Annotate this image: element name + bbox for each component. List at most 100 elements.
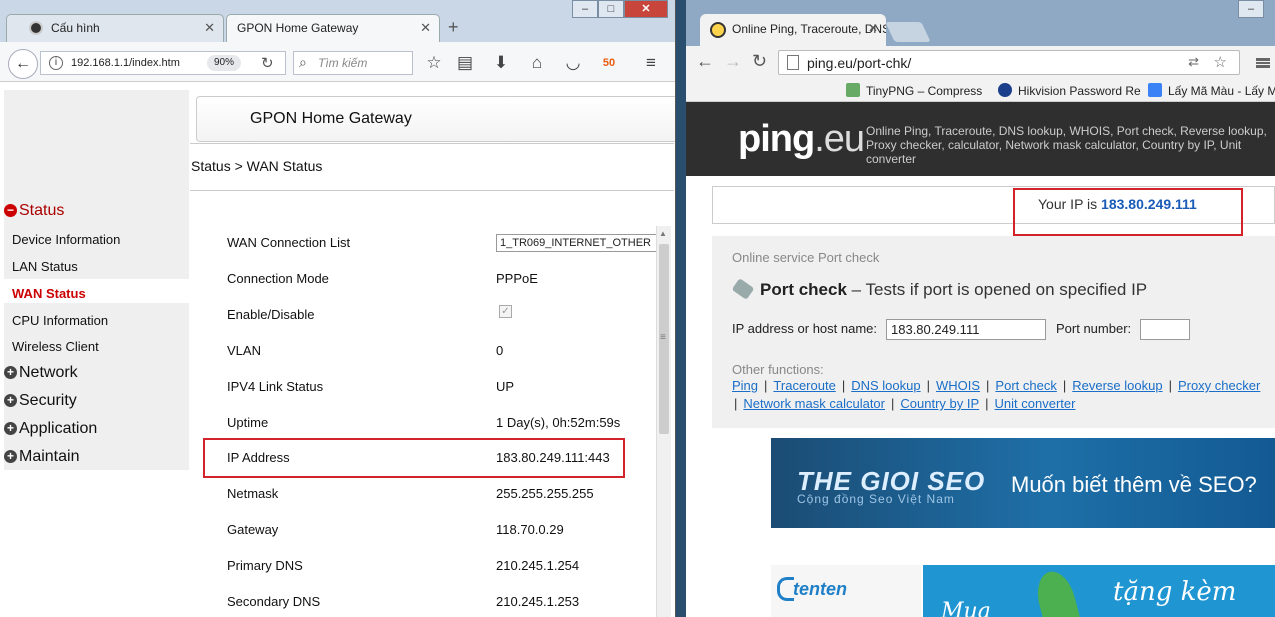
host-input[interactable]: 183.80.249.111 (886, 319, 1046, 340)
maximize-icon[interactable]: □ (598, 0, 624, 18)
tab-cau-hinh[interactable]: Cấu hình ✕ (6, 14, 224, 42)
netmask-value: 255.255.255.255 (496, 486, 594, 501)
tab-gpon-home-gateway[interactable]: GPON Home Gateway ✕ (226, 14, 440, 42)
new-tab-button[interactable] (885, 22, 931, 42)
ipv4-link-status-value: UP (496, 379, 515, 394)
enable-checkbox[interactable]: ✓ (499, 305, 512, 318)
sidebar-item-device-information[interactable]: Device Information (12, 232, 120, 247)
link-port-check[interactable]: Port check (995, 378, 1056, 393)
sidebar-section-label: Maintain (19, 448, 80, 465)
ad-logo-text: tenten (793, 579, 847, 599)
bookmark-hikvision[interactable]: Hikvision Password Re (998, 83, 1141, 98)
scroll-up-icon[interactable]: ▲ (659, 229, 667, 238)
info-icon[interactable]: i (49, 56, 63, 70)
sidebar-section-label: Status (19, 202, 65, 219)
close-tab-icon[interactable]: ✕ (868, 21, 878, 35)
menu-icon[interactable]: ≡ (639, 51, 663, 75)
tab-label: Online Ping, Traceroute, DNS lookup (732, 22, 886, 36)
window-controls: ‒ □ ✕ (572, 0, 668, 18)
chrome-navbar: ← → ↻ ping.eu/port-chk/ ⇄ ☆ (686, 46, 1275, 78)
gateway-label: Gateway (227, 522, 279, 537)
sidebar-section-security[interactable]: + Security (4, 392, 77, 410)
link-reverse-lookup[interactable]: Reverse lookup (1072, 378, 1162, 393)
sidebar-section-network[interactable]: + Network (4, 364, 78, 382)
close-window-icon[interactable]: ✕ (624, 0, 668, 18)
primary-dns-label: Primary DNS (227, 558, 303, 573)
tab-ping-eu[interactable]: Online Ping, Traceroute, DNS lookup ✕ (700, 14, 886, 46)
search-input[interactable]: ⌕ Tìm kiếm (293, 51, 413, 75)
expand-icon: + (4, 422, 17, 435)
bookmark-lay-ma-mau[interactable]: Lấy Mã Màu - Lấy M (1148, 83, 1275, 98)
link-proxy-checker[interactable]: Proxy checker (1178, 378, 1260, 393)
ip-address-highlight-box (203, 438, 625, 478)
color-picker-icon (1148, 83, 1162, 97)
link-traceroute[interactable]: Traceroute (773, 378, 835, 393)
link-country-by-ip[interactable]: Country by IP (900, 396, 979, 411)
back-button[interactable]: ← (8, 49, 38, 79)
content-scrollbar[interactable]: ▲ (656, 226, 671, 617)
bookmark-tinypng[interactable]: TinyPNG – Compress (846, 83, 982, 98)
sidebar-section-maintain[interactable]: + Maintain (4, 448, 79, 466)
ping-eu-logo[interactable]: ping.eu (738, 118, 865, 161)
addon-badge-icon[interactable]: 50 (597, 51, 621, 75)
url-bar[interactable]: i 192.168.1.1/index.htm 90% ↻ (40, 51, 286, 75)
port-check-heading: Port check – Tests if port is opened on … (731, 278, 1147, 300)
zoom-indicator[interactable]: 90% (207, 55, 241, 71)
reload-icon[interactable]: ↻ (261, 54, 274, 72)
sidebar-section-status[interactable]: − Status (4, 202, 64, 220)
close-tab-icon[interactable]: ✕ (204, 20, 215, 36)
menu-icon[interactable] (1256, 58, 1270, 68)
port-input[interactable] (1140, 319, 1190, 340)
expand-icon: + (4, 450, 17, 463)
bookmark-star-icon[interactable]: ☆ (422, 51, 446, 75)
bookmarks-bar: TinyPNG – Compress Hikvision Password Re… (686, 78, 1275, 102)
translate-icon[interactable]: ⇄ (1188, 54, 1199, 70)
plug-icon (731, 278, 755, 300)
link-ping[interactable]: Ping (732, 378, 758, 393)
download-icon[interactable]: ⬇ (489, 51, 513, 75)
globe-icon (29, 21, 43, 35)
link-unit-converter[interactable]: Unit converter (995, 396, 1076, 411)
bookmark-label: Hikvision Password Re (1018, 84, 1141, 98)
sidebar-item-lan-status[interactable]: LAN Status (12, 259, 78, 274)
omnibox[interactable]: ping.eu/port-chk/ ⇄ ☆ (778, 50, 1240, 75)
sidebar-item-wireless-client[interactable]: Wireless Client (12, 339, 99, 354)
search-icon: ⌕ (299, 54, 307, 70)
link-dns-lookup[interactable]: DNS lookup (851, 378, 920, 393)
your-ip-highlight-box (1013, 188, 1243, 236)
reload-icon[interactable]: ↻ (752, 51, 767, 72)
connection-mode-label: Connection Mode (227, 271, 329, 286)
sidebar-item-cpu-information[interactable]: CPU Information (12, 313, 108, 328)
thegioiseo-ad-banner[interactable]: THE GIOI SEO Cộng đồng Seo Việt Nam Muốn… (771, 438, 1275, 528)
forward-icon[interactable]: → (724, 51, 742, 72)
functions-links-row2: | Network mask calculator | Country by IP | U… (734, 396, 1076, 411)
hikvision-icon (998, 83, 1012, 97)
link-network-mask-calculator[interactable]: Network mask calculator (743, 396, 885, 411)
pocket-icon[interactable]: ◡ (561, 51, 585, 75)
minimize-icon[interactable]: ‒ (572, 0, 598, 18)
functions-links-row1: Ping | Traceroute | DNS lookup | WHOIS | Port ch… (732, 378, 1261, 393)
url-text: 192.168.1.1/index.htm (71, 57, 180, 69)
site-description: Online Ping, Traceroute, DNS lookup, WHO… (866, 124, 1267, 166)
bookmarks-list-icon[interactable]: ▤ (453, 51, 477, 75)
sidebar-item-wan-status[interactable]: WAN Status (12, 286, 86, 301)
home-icon[interactable]: ⌂ (525, 51, 549, 75)
tab-label: GPON Home Gateway (237, 21, 359, 35)
sidebar-section-application[interactable]: + Application (4, 420, 97, 438)
close-tab-icon[interactable]: ✕ (420, 20, 431, 36)
scrollbar-thumb[interactable] (659, 244, 669, 434)
link-whois[interactable]: WHOIS (936, 378, 980, 393)
sidebar-section-label: Network (19, 364, 78, 381)
panda-icon (846, 83, 860, 97)
bookmark-label: Lấy Mã Màu - Lấy M (1168, 84, 1275, 98)
minimize-icon[interactable]: ‒ (1238, 0, 1264, 18)
new-tab-icon[interactable]: + (448, 17, 459, 38)
wan-connection-list-select[interactable]: 1_TR069_INTERNET_OTHER (496, 234, 658, 252)
primary-dns-value: 210.245.1.254 (496, 558, 580, 573)
ad-message: Muốn biết thêm về SEO? (1011, 472, 1257, 497)
tenten-ad-banner[interactable]: tenten Mua tặng kèm (771, 545, 1275, 617)
chrome-window: Online Ping, Traceroute, DNS lookup ✕ ‒ … (686, 0, 1275, 617)
back-icon[interactable]: ← (696, 51, 714, 72)
uptime-value: 1 Day(s), 0h:52m:59s (496, 415, 621, 430)
bookmark-star-icon[interactable]: ☆ (1214, 53, 1227, 71)
